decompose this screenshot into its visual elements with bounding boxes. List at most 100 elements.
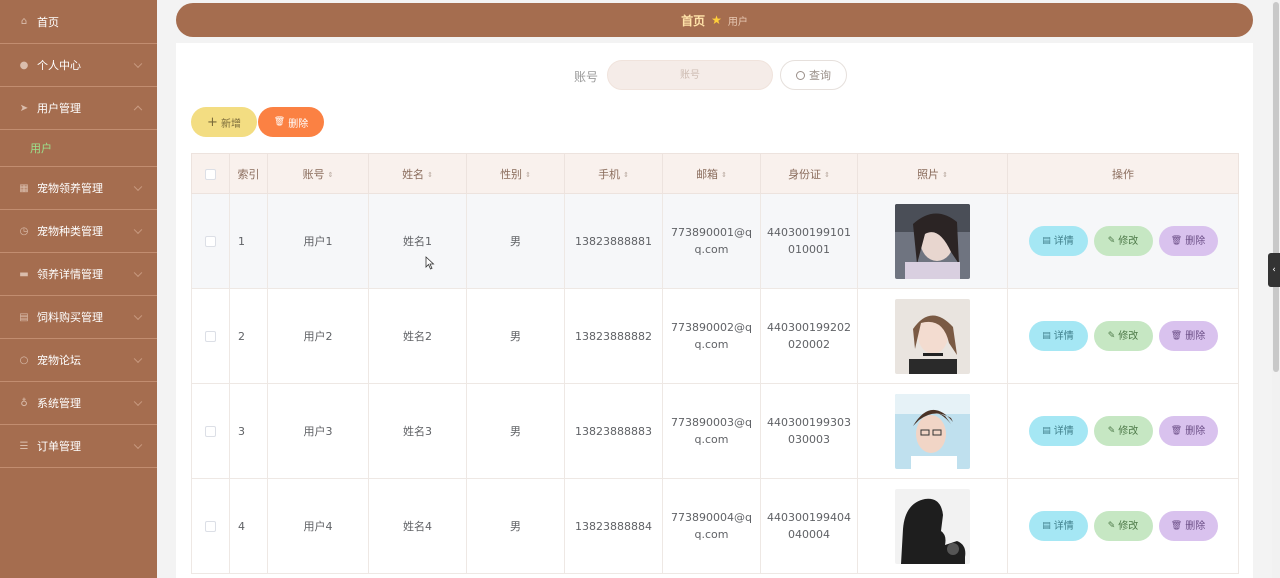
chevron-down-icon [133, 397, 143, 407]
batch-delete-button[interactable]: 🗑 删除 [258, 107, 324, 137]
cell-name: 姓名1 [368, 193, 467, 289]
cell-idcard: 440300199303030003 [760, 383, 858, 479]
edit-button[interactable]: ✎ 修改 [1093, 321, 1153, 351]
delete-button[interactable]: 🗑 删除 [1158, 226, 1218, 256]
breadcrumb-home[interactable]: 首页 [681, 12, 705, 29]
user-photo[interactable] [895, 393, 970, 469]
mouse-cursor-icon [425, 256, 435, 270]
cell-gender: 男 [466, 288, 565, 384]
search-icon [796, 70, 805, 80]
add-button[interactable]: + 新增 [191, 107, 257, 137]
table-header-row: 索引 账号 ⇕ 姓名 ⇕ 性别 ⇕ 手机 ⇕ 邮箱 ⇕ 身份证 ⇕ 照片 ⇕ 操作 [191, 153, 1239, 194]
sidebar-item-pet-adoption[interactable]: ▦ 宠物领养管理 [0, 167, 157, 210]
sidebar-item-system[interactable]: ♁ 系统管理 [0, 382, 157, 425]
cell-index: 4 [229, 478, 268, 574]
sidebar-item-orders[interactable]: ☰ 订单管理 [0, 425, 157, 468]
plus-icon: + [207, 114, 218, 130]
sidebar-item-pet-forum[interactable]: ○ 宠物论坛 [0, 339, 157, 382]
scrollbar[interactable] [1272, 0, 1280, 578]
search-bar: 账号 查询 [176, 60, 1253, 90]
column-header[interactable]: 身份证 ⇕ [760, 153, 858, 194]
chevron-down-icon [133, 440, 143, 450]
sidebar-item-home[interactable]: ⌂ 首页 [0, 0, 157, 44]
sort-icon[interactable]: ⇕ [824, 171, 830, 179]
cell-phone: 13823888884 [564, 478, 663, 574]
row-checkbox[interactable] [205, 236, 216, 247]
detail-button[interactable]: ▤ 详情 [1028, 511, 1088, 541]
sidebar-subitem-users[interactable]: 用户 [0, 130, 157, 167]
sidebar-item-label: 领养详情管理 [37, 268, 103, 281]
sort-icon[interactable]: ⇕ [427, 171, 433, 179]
scrollbar-thumb[interactable] [1273, 2, 1279, 372]
chevron-down-icon [133, 268, 143, 278]
search-button-label: 查询 [809, 69, 831, 82]
cell-index: 2 [229, 288, 268, 384]
column-header: 操作 [1007, 153, 1239, 194]
table-row[interactable]: 4 用户4 姓名4 男 13823888884 773890004@qq.com… [191, 478, 1239, 574]
sort-icon[interactable]: ⇕ [525, 171, 531, 179]
cell-name: 姓名3 [368, 383, 467, 479]
column-header[interactable]: 性别 ⇕ [466, 153, 565, 194]
clock-icon: ◷ [19, 225, 29, 237]
sidebar-item-label: 系统管理 [37, 397, 81, 410]
detail-button[interactable]: ▤ 详情 [1028, 226, 1088, 256]
edit-button[interactable]: ✎ 修改 [1093, 226, 1153, 256]
cell-idcard: 440300199202020002 [760, 288, 858, 384]
send-icon: ➤ [19, 102, 29, 114]
edit-icon: ✎ [1107, 520, 1116, 531]
cell-email: 773890003@qq.com [662, 383, 761, 479]
row-checkbox[interactable] [205, 521, 216, 532]
delete-button[interactable]: 🗑 删除 [1158, 511, 1218, 541]
trash-icon: ▤ [19, 311, 29, 323]
document-icon: ▤ [1042, 330, 1051, 341]
sidebar-item-user-management[interactable]: ➤ 用户管理 [0, 87, 157, 130]
row-checkbox[interactable] [205, 426, 216, 437]
trash-icon: 🗑 [1170, 520, 1183, 531]
side-panel-toggle[interactable]: ‹ [1268, 253, 1280, 287]
sidebar-item-adoption-details[interactable]: ▬ 领养详情管理 [0, 253, 157, 296]
column-header[interactable]: 姓名 ⇕ [368, 153, 467, 194]
sidebar-item-label: 饲料购买管理 [37, 311, 103, 324]
list-icon: ☰ [19, 440, 29, 452]
detail-button[interactable]: ▤ 详情 [1028, 416, 1088, 446]
sidebar-item-label: 订单管理 [37, 440, 81, 453]
trash-icon: 🗑 [1170, 425, 1183, 436]
sidebar-item-label: 首页 [37, 15, 59, 29]
column-header[interactable]: 账号 ⇕ [267, 153, 369, 194]
edit-button[interactable]: ✎ 修改 [1093, 511, 1153, 541]
cell-gender: 男 [466, 193, 565, 289]
sidebar-item-pet-types[interactable]: ◷ 宠物种类管理 [0, 210, 157, 253]
delete-button[interactable]: 🗑 删除 [1158, 321, 1218, 351]
breadcrumb: 首页 ★ 用户 [176, 3, 1253, 37]
table-row[interactable]: 3 用户3 姓名3 男 13823888883 773890003@qq.com… [191, 383, 1239, 479]
cell-index: 3 [229, 383, 268, 479]
edit-button[interactable]: ✎ 修改 [1093, 416, 1153, 446]
column-header[interactable]: 照片 ⇕ [857, 153, 1008, 194]
user-photo[interactable] [895, 488, 970, 564]
add-button-label: 新增 [220, 118, 241, 130]
sort-icon[interactable]: ⇕ [328, 171, 334, 179]
delete-button[interactable]: 🗑 删除 [1158, 416, 1218, 446]
table-row[interactable]: 2 用户2 姓名2 男 13823888882 773890002@qq.com… [191, 288, 1239, 384]
cell-gender: 男 [466, 383, 565, 479]
table-row[interactable]: 1 用户1 姓名1 男 13823888881 773890001@qq.com… [191, 193, 1239, 289]
chevron-down-icon [133, 59, 143, 69]
select-all-cell [191, 153, 230, 194]
column-header[interactable]: 手机 ⇕ [564, 153, 663, 194]
cell-name: 姓名4 [368, 478, 467, 574]
sidebar-item-personal-center[interactable]: ● 个人中心 [0, 44, 157, 87]
row-checkbox[interactable] [205, 331, 216, 342]
sort-icon[interactable]: ⇕ [623, 171, 629, 179]
user-photo[interactable] [895, 298, 970, 374]
search-button[interactable]: 查询 [780, 60, 847, 90]
user-photo[interactable] [895, 203, 970, 279]
search-input[interactable] [607, 60, 773, 90]
sidebar-item-feed-purchase[interactable]: ▤ 饲料购买管理 [0, 296, 157, 339]
sort-icon[interactable]: ⇕ [721, 171, 727, 179]
select-all-checkbox[interactable] [205, 168, 216, 180]
document-icon: ▤ [1042, 520, 1051, 531]
detail-button[interactable]: ▤ 详情 [1028, 321, 1088, 351]
column-header[interactable]: 邮箱 ⇕ [662, 153, 761, 194]
sort-icon[interactable]: ⇕ [942, 171, 948, 179]
sidebar-item-label: 宠物领养管理 [37, 182, 103, 195]
